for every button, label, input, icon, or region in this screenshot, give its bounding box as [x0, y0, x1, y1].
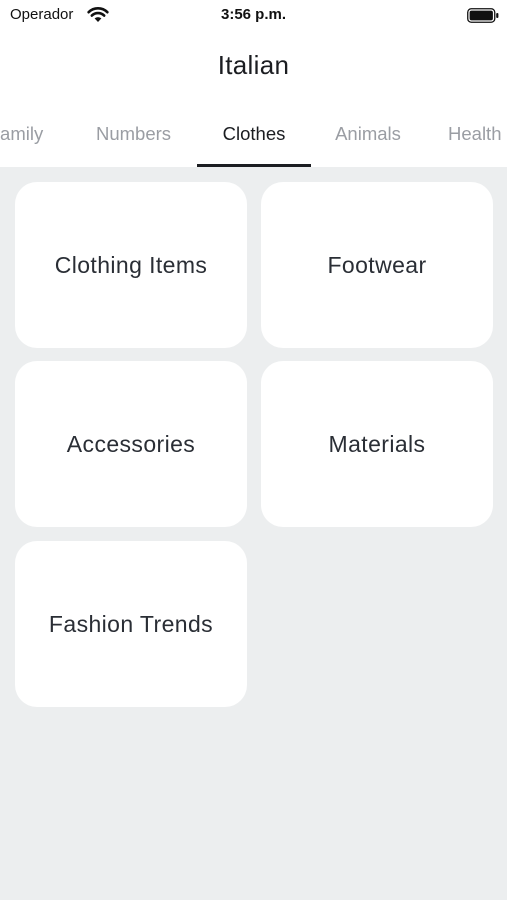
app-screen: Operador 3:56 p.m. Italian Family Number… — [0, 0, 507, 900]
battery-icon — [467, 8, 499, 23]
active-tab-indicator — [197, 164, 311, 167]
tab-family[interactable]: Family — [0, 106, 56, 167]
category-card-label: Footwear — [327, 251, 427, 278]
tab-health[interactable]: Health — [448, 106, 507, 167]
category-card-label: Clothing Items — [54, 251, 208, 278]
tab-clothes[interactable]: Clothes — [197, 106, 311, 167]
category-card-footwear[interactable]: Footwear — [261, 182, 493, 348]
tab-animals[interactable]: Animals — [321, 106, 415, 167]
tab-numbers[interactable]: Numbers — [80, 106, 187, 167]
status-bar: Operador 3:56 p.m. — [0, 0, 507, 34]
category-card-fashion-trends[interactable]: Fashion Trends — [15, 541, 247, 707]
app-header: Italian Family Numbers Clothes Animals H… — [0, 34, 507, 167]
category-card-accessories[interactable]: Accessories — [15, 361, 247, 527]
category-card-clothing-items[interactable]: Clothing Items — [15, 182, 247, 348]
category-card-label: Materials — [328, 430, 426, 457]
category-card-materials[interactable]: Materials — [261, 361, 493, 527]
category-tab-bar[interactable]: Family Numbers Clothes Animals Health — [0, 106, 507, 167]
category-card-label: Accessories — [66, 430, 196, 457]
clock-time: 3:56 p.m. — [220, 6, 287, 23]
category-card-label: Fashion Trends — [48, 610, 214, 637]
page-title: Italian — [217, 50, 290, 80]
